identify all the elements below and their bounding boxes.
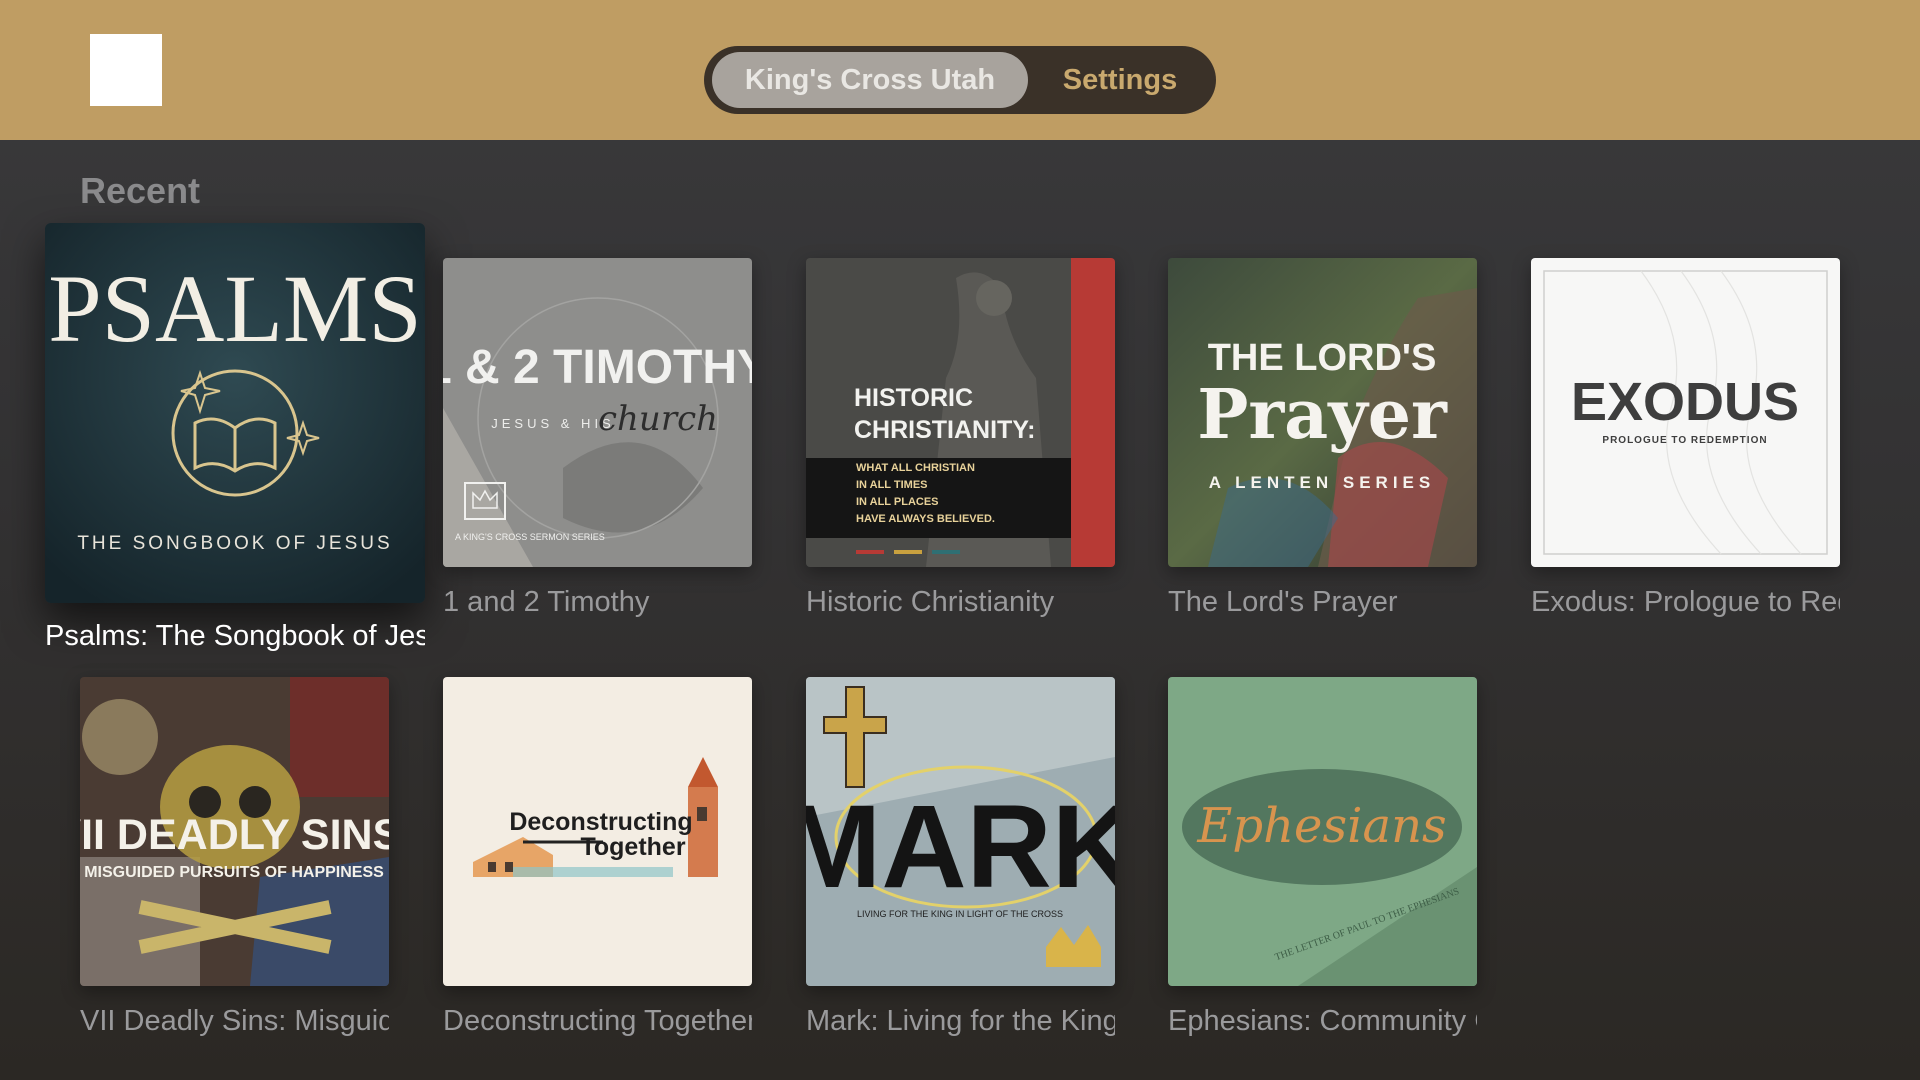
exodus-art-title: EXODUS <box>1571 372 1799 432</box>
tab-settings[interactable]: Settings <box>1028 52 1212 108</box>
historic-art-line-4: HAVE ALWAYS BELIEVED. <box>856 513 995 525</box>
deadly-sins-art-title: VII DEADLY SINS: <box>80 811 389 859</box>
top-bar: King's Cross Utah Settings <box>0 0 1920 140</box>
exodus-art-subtitle: PROLOGUE TO REDEMPTION <box>1602 435 1767 446</box>
timothy-art-title: 1 & 2 TIMOTHY <box>443 341 752 394</box>
psalms-artwork: PSALMS THE SONGBOOK OF JESUS <box>45 223 425 603</box>
series-caption-mark: Mark: Living for the King in Light of th… <box>806 1005 1115 1037</box>
series-tile-psalms[interactable]: PSALMS THE SONGBOOK OF JESUS <box>45 223 425 603</box>
series-tile-lords-prayer[interactable]: THE LORD'S Prayer A LENTEN SERIES <box>1168 258 1477 567</box>
tab-bar: King's Cross Utah Settings <box>704 46 1216 114</box>
ephesians-art-title: Ephesians <box>1196 798 1446 854</box>
lords-prayer-artwork: THE LORD'S Prayer A LENTEN SERIES <box>1168 258 1477 567</box>
deconstructing-art-title-2: Together <box>580 833 685 861</box>
lords-prayer-art-title-2: Prayer <box>1197 375 1448 455</box>
ephesians-artwork: Ephesians THE LETTER OF PAUL TO THE EPHE… <box>1168 677 1477 986</box>
psalms-art-subtitle: THE SONGBOOK OF JESUS <box>77 533 392 554</box>
historic-art-line-1: WHAT ALL CHRISTIAN <box>856 462 975 474</box>
mark-artwork: MARK LIVING FOR THE KING IN LIGHT OF THE… <box>806 677 1115 986</box>
deadly-sins-artwork: VII DEADLY SINS: MISGUIDED PURSUITS OF H… <box>80 677 389 986</box>
series-tile-ephesians[interactable]: Ephesians THE LETTER OF PAUL TO THE EPHE… <box>1168 677 1477 986</box>
series-tile-mark[interactable]: MARK LIVING FOR THE KING IN LIGHT OF THE… <box>806 677 1115 986</box>
historic-christianity-artwork: HISTORIC CHRISTIANITY: WHAT ALL CHRISTIA… <box>806 258 1115 567</box>
historic-art-title-1: HISTORIC <box>854 384 973 412</box>
timothy-art-badge: A KING'S CROSS SERMON SERIES <box>455 532 605 542</box>
series-caption-deadly-sins: VII Deadly Sins: Misguided Pursuits of H… <box>80 1005 389 1037</box>
exodus-artwork: EXODUS PROLOGUE TO REDEMPTION <box>1531 258 1840 567</box>
series-tile-deconstructing-together[interactable]: Deconstructing Together <box>443 677 752 986</box>
lords-prayer-art-title-1: THE LORD'S <box>1208 337 1437 379</box>
series-tile-timothy[interactable]: 1 & 2 TIMOTHY JESUS & HIS church A KING'… <box>443 258 752 567</box>
series-caption-historic-christianity: Historic Christianity <box>806 586 1055 618</box>
series-caption-timothy: 1 and 2 Timothy <box>443 586 650 618</box>
psalms-art-title: PSALMS <box>48 255 422 362</box>
historic-art-title-2: CHRISTIANITY: <box>854 416 1035 444</box>
timothy-artwork: 1 & 2 TIMOTHY JESUS & HIS church A KING'… <box>443 258 752 567</box>
tab-kings-cross-utah[interactable]: King's Cross Utah <box>712 52 1028 108</box>
section-title-recent: Recent <box>80 170 201 211</box>
deadly-sins-art-subtitle: MISGUIDED PURSUITS OF HAPPINESS <box>84 864 384 881</box>
series-caption-psalms: Psalms: The Songbook of Jesus <box>45 620 425 652</box>
deconstructing-art-title-1: Deconstructing <box>509 808 692 836</box>
mark-art-subtitle: LIVING FOR THE KING IN LIGHT OF THE CROS… <box>857 909 1063 919</box>
series-tile-deadly-sins[interactable]: VII DEADLY SINS: MISGUIDED PURSUITS OF H… <box>80 677 389 986</box>
series-caption-deconstructing-together: Deconstructing Together <box>443 1005 752 1037</box>
timothy-art-script: church <box>598 399 718 439</box>
timothy-art-line: JESUS & HIS <box>491 416 614 431</box>
deconstructing-together-artwork: Deconstructing Together <box>443 677 752 986</box>
app-logo <box>90 34 162 106</box>
historic-art-line-2: IN ALL TIMES <box>856 479 928 491</box>
series-caption-ephesians: Ephesians: Community Centered on Jesus <box>1168 1005 1477 1037</box>
series-tile-exodus[interactable]: EXODUS PROLOGUE TO REDEMPTION <box>1531 258 1840 567</box>
historic-art-line-3: IN ALL PLACES <box>856 496 939 508</box>
series-caption-lords-prayer: The Lord's Prayer <box>1168 586 1398 618</box>
series-tile-historic-christianity[interactable]: HISTORIC CHRISTIANITY: WHAT ALL CHRISTIA… <box>806 258 1115 567</box>
mark-art-title: MARK <box>806 781 1115 913</box>
series-caption-exodus: Exodus: Prologue to Redemption <box>1531 586 1840 618</box>
lords-prayer-art-subtitle: A LENTEN SERIES <box>1209 473 1435 492</box>
